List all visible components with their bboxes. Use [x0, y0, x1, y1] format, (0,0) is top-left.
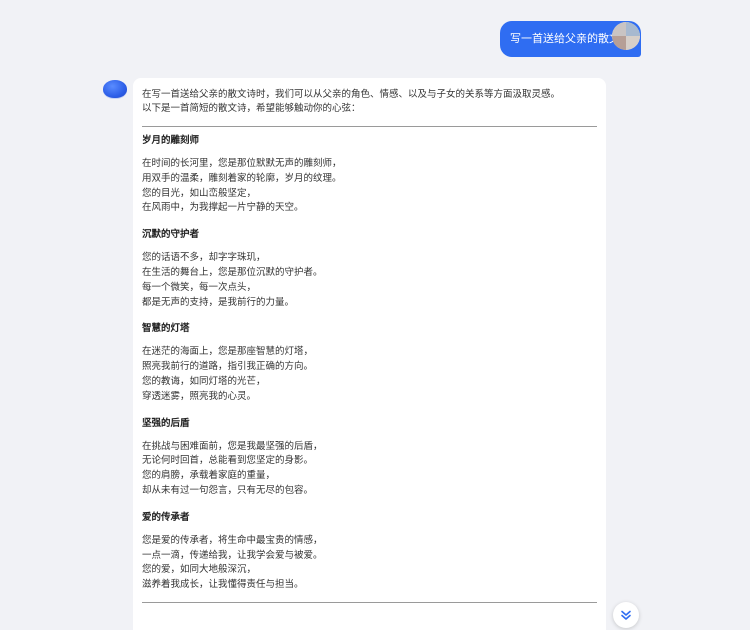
verse-line: 照亮我前行的道路，指引我正确的方向。: [142, 361, 314, 373]
chat-page: 写一首送给父亲的散文诗 在写一首送给父亲的散文诗时，我们可以从父亲的角色、情感、…: [0, 0, 750, 630]
section-title: 坚强的后盾: [142, 417, 190, 429]
verse-line: 在迷茫的海面上，您是那座智慧的灯塔，: [142, 346, 314, 358]
poem-section: 坚强的后盾 在挑战与困难面前，您是我最坚强的后盾， 无论何时回首，总能看到您坚定…: [142, 417, 597, 499]
poem-section: 智慧的灯塔 在迷茫的海面上，您是那座智慧的灯塔， 照亮我前行的道路，指引我正确的…: [142, 322, 597, 404]
user-avatar-icon[interactable]: [612, 22, 640, 50]
section-title: 爱的传承者: [142, 511, 190, 523]
verse-line: 在生活的舞台上，您是那位沉默的守护者。: [142, 266, 323, 278]
verse-line: 在风雨中，为我撑起一片宁静的天空。: [142, 202, 304, 214]
intro-line: 在写一首送给父亲的散文诗时，我们可以从父亲的角色、情感、以及与子女的关系等方面汲…: [142, 89, 561, 100]
double-chevron-down-icon: [620, 609, 632, 621]
divider: [142, 601, 597, 603]
verse-line: 滋养着我成长，让我懂得责任与担当。: [142, 579, 304, 591]
answer-intro: 在写一首送给父亲的散文诗时，我们可以从父亲的角色、情感、以及与子女的关系等方面汲…: [142, 88, 597, 116]
verse-line: 您的爱，如同大地般深沉，: [142, 564, 257, 576]
verse-line: 您的肩膀，承载着家庭的重量，: [142, 470, 276, 482]
verse-line: 您的目光，如山峦般坚定，: [142, 187, 257, 199]
poem-section: 爱的传承者 您是爱的传承者，将生命中最宝贵的情感， 一点一滴，传递给我，让我学会…: [142, 511, 597, 593]
verse-line: 穿透迷雾，照亮我的心灵。: [142, 390, 257, 402]
section-title: 岁月的雕刻师: [142, 135, 200, 146]
verse-line: 用双手的温柔，雕刻着家的轮廓，岁月的纹理。: [142, 172, 342, 184]
verse-line: 您的教诲，如同灯塔的光芒，: [142, 375, 266, 387]
section-title: 沉默的守护者: [142, 229, 200, 241]
verse-line: 都是无声的支持，是我前行的力量。: [142, 296, 295, 308]
verse-line: 在时间的长河里，您是那位默默无声的雕刻师，: [142, 158, 342, 169]
intro-line: 以下是一首简短的散文诗，希望能够触动你的心弦：: [142, 103, 361, 114]
divider: [142, 126, 597, 127]
verse-line: 您的话语不多，却字字珠玑，: [142, 252, 266, 264]
verse-line: 在挑战与困难面前，您是我最坚强的后盾，: [142, 440, 323, 452]
poem-section: 岁月的雕刻师 在时间的长河里，您是那位默默无声的雕刻师， 用双手的温柔，雕刻着家…: [142, 134, 597, 216]
bot-avatar-icon: [103, 80, 127, 98]
poem-section: 沉默的守护者 您的话语不多，却字字珠玑， 在生活的舞台上，您是那位沉默的守护者。…: [142, 228, 597, 310]
answer-card: 在写一首送给父亲的散文诗时，我们可以从父亲的角色、情感、以及与子女的关系等方面汲…: [133, 78, 606, 630]
verse-line: 一点一滴，传递给我，让我学会爱与被爱。: [142, 549, 323, 561]
verse-line: 每一个微笑，每一次点头，: [142, 281, 257, 293]
verse-line: 您是爱的传承者，将生命中最宝贵的情感，: [142, 534, 323, 546]
verse-line: 却从未有过一句怨言，只有无尽的包容。: [142, 484, 314, 496]
verse-line: 无论何时回首，总能看到您坚定的身影。: [142, 455, 314, 467]
section-title: 智慧的灯塔: [142, 323, 190, 335]
scroll-down-button[interactable]: [613, 602, 639, 628]
